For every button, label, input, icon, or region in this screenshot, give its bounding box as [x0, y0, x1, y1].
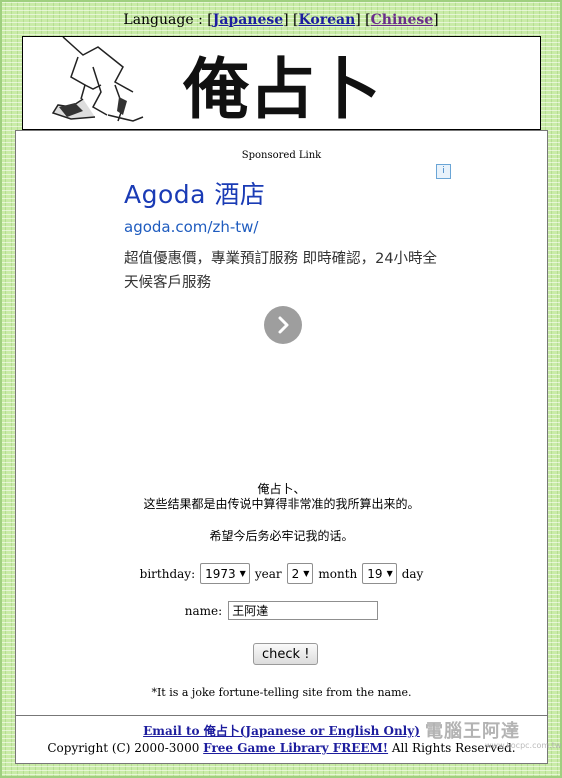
chevron-down-icon: ▼: [303, 569, 310, 578]
site-banner: 俺占卜: [22, 36, 541, 130]
intro-line-1: 俺占卜、: [257, 482, 306, 496]
language-suffix: ]: [433, 12, 439, 28]
ad-description: 超值優惠價，專業預訂服務 即時確認，24小時全天候客戶服務: [124, 251, 438, 291]
ad-info-icon[interactable]: i: [436, 164, 451, 179]
banner-title: 俺占卜: [182, 50, 381, 128]
link-korean[interactable]: Korean: [299, 12, 356, 28]
year-select[interactable]: 1973 ▼: [200, 563, 250, 584]
chevron-down-icon: ▼: [386, 569, 393, 578]
language-separator: ] [: [355, 12, 371, 28]
freem-link[interactable]: Free Game Library FREEM!: [203, 741, 388, 755]
month-select[interactable]: 2 ▼: [286, 563, 314, 584]
email-link[interactable]: Email to 俺占卜(Japanese or English Only): [143, 724, 420, 738]
name-input[interactable]: [228, 601, 379, 620]
day-select-value: 19: [367, 566, 383, 581]
joke-note: *It is a joke fortune-telling site from …: [151, 686, 412, 699]
intro-line-2: 这些结果都是由传说中算得非常准的我所算出来的。: [143, 497, 420, 511]
day-label: day: [401, 566, 424, 581]
ad-title-link[interactable]: Agoda 酒店: [124, 175, 265, 211]
month-select-value: 2: [291, 566, 300, 581]
birthday-row: birthday: 1973 ▼ year 2 ▼ month 19 ▼ day: [16, 563, 547, 584]
watermark-logo: 電腦王阿達: [425, 721, 520, 742]
ad-arrow-button[interactable]: [264, 306, 302, 344]
month-label: month: [318, 566, 358, 581]
ad-url[interactable]: agoda.com/zh-tw/: [124, 218, 258, 236]
copyright-line: Copyright (C) 2000-3000 Free Game Librar…: [16, 741, 547, 755]
sponsored-label: Sponsored Link: [241, 150, 322, 161]
day-select[interactable]: 19 ▼: [362, 563, 397, 584]
copyright-prefix: Copyright (C) 2000-3000: [47, 741, 204, 755]
name-row: name:: [16, 601, 547, 620]
chevron-right-icon: [278, 316, 289, 334]
language-label: Language : [: [123, 12, 213, 28]
language-bar: Language : [Japanese] [Korean] [Chinese]: [0, 12, 562, 28]
intro-line-3: 希望今后务必牢记我的话。: [209, 529, 354, 543]
banner-illustration: 俺占卜: [51, 37, 381, 128]
chevron-down-icon: ▼: [239, 569, 246, 578]
link-chinese[interactable]: Chinese: [371, 12, 434, 28]
main-panel: Sponsored Link i Agoda 酒店 agoda.com/zh-t…: [15, 130, 548, 716]
year-label: year: [254, 566, 282, 581]
birthday-label: birthday:: [139, 566, 196, 581]
intro-text: 俺占卜、 这些结果都是由传说中算得非常准的我所算出来的。: [16, 482, 547, 512]
check-button[interactable]: check !: [253, 643, 319, 665]
link-japanese[interactable]: Japanese: [213, 12, 283, 28]
watermark-url: www.kocpc.com.tw: [485, 741, 562, 750]
language-separator: ] [: [283, 12, 299, 28]
year-select-value: 1973: [205, 566, 236, 581]
name-label: name:: [184, 603, 223, 618]
